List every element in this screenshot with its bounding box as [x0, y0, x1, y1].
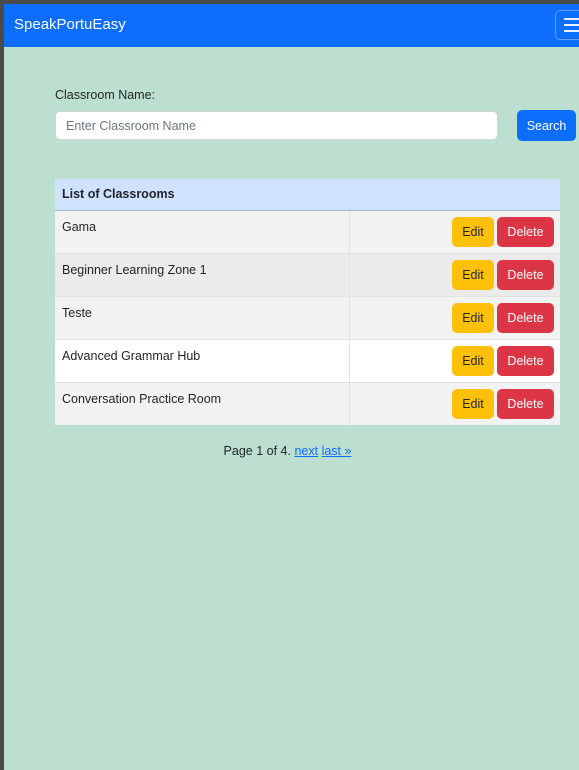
next-page-link[interactable]: next	[294, 444, 318, 458]
delete-button[interactable]: Delete	[497, 302, 554, 333]
table-row: Gama Edit Delete	[55, 209, 560, 253]
row-actions: Edit Delete	[349, 209, 560, 253]
classroom-name: Advanced Grammar Hub	[55, 338, 350, 382]
edit-button[interactable]: Edit	[452, 388, 494, 419]
hamburger-icon	[564, 18, 579, 36]
table-header: List of Classrooms	[55, 179, 560, 211]
table-row: Teste Edit Delete	[55, 295, 560, 339]
classrooms-table: List of Classrooms Gama Edit Delete Begin…	[55, 179, 560, 425]
brand-link[interactable]: SpeakPortuEasy	[14, 16, 126, 33]
edit-button[interactable]: Edit	[452, 302, 494, 333]
edit-button[interactable]: Edit	[452, 216, 494, 247]
page-status: Page 1 of 4.	[223, 444, 291, 458]
row-actions: Edit Delete	[349, 295, 560, 339]
delete-button[interactable]: Delete	[497, 216, 554, 247]
classroom-name: Beginner Learning Zone 1	[55, 252, 350, 296]
last-page-link[interactable]: last »	[322, 444, 352, 458]
navbar: SpeakPortuEasy	[4, 4, 579, 47]
delete-button[interactable]: Delete	[497, 259, 554, 290]
edit-button[interactable]: Edit	[452, 345, 494, 376]
row-actions: Edit Delete	[349, 252, 560, 296]
menu-toggle-button[interactable]	[555, 10, 579, 40]
classroom-name-input[interactable]	[55, 111, 498, 140]
app-container: SpeakPortuEasy Classroom Name: Search Li…	[4, 4, 579, 770]
table-row: Beginner Learning Zone 1 Edit Delete	[55, 252, 560, 296]
classroom-name: Teste	[55, 295, 350, 339]
table-row: Conversation Practice Room Edit Delete	[55, 381, 560, 425]
classroom-name: Gama	[55, 209, 350, 253]
delete-button[interactable]: Delete	[497, 388, 554, 419]
delete-button[interactable]: Delete	[497, 345, 554, 376]
table-row: Advanced Grammar Hub Edit Delete	[55, 338, 560, 382]
edit-button[interactable]: Edit	[452, 259, 494, 290]
pagination: Page 1 of 4. next last »	[4, 444, 579, 458]
search-button[interactable]: Search	[517, 110, 576, 141]
classroom-name-label: Classroom Name:	[55, 88, 156, 102]
classroom-name: Conversation Practice Room	[55, 381, 350, 425]
row-actions: Edit Delete	[349, 338, 560, 382]
row-actions: Edit Delete	[349, 381, 560, 425]
